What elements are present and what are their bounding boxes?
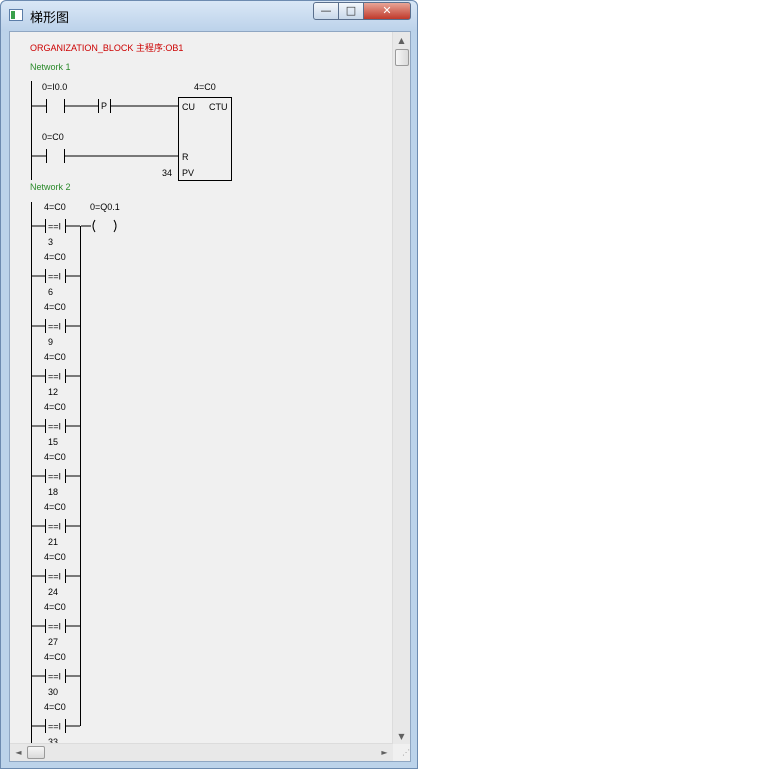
compare-value: 12 <box>48 387 58 397</box>
compare-value: 18 <box>48 487 58 497</box>
compare-operator: ==I <box>48 222 61 232</box>
counter-pin-cu: CU <box>182 102 195 112</box>
horizontal-scrollbar[interactable]: ◄ ► <box>10 743 393 761</box>
compare-operand-label: 4=C0 <box>44 502 66 512</box>
counter-pin-pv: PV <box>182 168 194 178</box>
compare-operator: ==I <box>48 522 61 532</box>
compare-value: 24 <box>48 587 58 597</box>
compare-operator: ==I <box>48 472 61 482</box>
network-2-label: Network 2 <box>30 182 71 192</box>
coil-q0-1-label: 0=Q0.1 <box>90 202 120 212</box>
coil-right-arc <box>113 219 117 233</box>
counter-type: CTU <box>209 102 228 112</box>
compare-value: 6 <box>48 287 53 297</box>
compare-value: 9 <box>48 337 53 347</box>
compare-operand-label: 4=C0 <box>44 402 66 412</box>
compare-operand-label: 4=C0 <box>44 302 66 312</box>
vertical-scroll-thumb[interactable] <box>395 49 409 66</box>
compare-value: 21 <box>48 537 58 547</box>
compare-operator: ==I <box>48 572 61 582</box>
compare-operator: ==I <box>48 422 61 432</box>
compare-operand-label: 4=C0 <box>44 602 66 612</box>
compare-operand-label: 4=C0 <box>44 452 66 462</box>
coil-left-arc <box>92 219 96 233</box>
compare-operator: ==I <box>48 372 61 382</box>
contact-c0-label: 0=C0 <box>42 132 64 142</box>
scroll-up-icon[interactable]: ▲ <box>393 32 410 49</box>
counter-pv-value: 34 <box>162 168 172 178</box>
compare-operator: ==I <box>48 322 61 332</box>
compare-operand-label: 4=C0 <box>44 702 66 712</box>
compare-operand-label: 4=C0 <box>44 652 66 662</box>
compare-operator: ==I <box>48 722 61 732</box>
counter-name: 4=C0 <box>194 82 216 92</box>
compare-operator: ==I <box>48 622 61 632</box>
compare-operand-label: 4=C0 <box>44 252 66 262</box>
pos-edge-label: P <box>101 101 107 111</box>
compare-operand-label: 4=C0 <box>44 552 66 562</box>
compare-operator: ==I <box>48 672 61 682</box>
compare-value: 27 <box>48 637 58 647</box>
scroll-left-icon[interactable]: ◄ <box>10 744 27 761</box>
vertical-scrollbar[interactable]: ▲ ▼ <box>392 32 410 745</box>
horizontal-scroll-thumb[interactable] <box>27 746 45 759</box>
scroll-down-icon[interactable]: ▼ <box>393 728 410 745</box>
ladder-diagram: ORGANIZATION_BLOCK 主程序:OB1 Network 1 0=I… <box>30 42 232 745</box>
ladder-window: 梯形图 — □ ✕ ORGANIZATION_BLOCK 主程序:OB1 Net… <box>0 0 418 769</box>
contact-i0-0-label: 0=I0.0 <box>42 82 67 92</box>
network-1-label: Network 1 <box>30 62 71 72</box>
compare-value: 3 <box>48 237 53 247</box>
app-icon <box>9 9 23 21</box>
minimize-button[interactable]: — <box>313 2 339 20</box>
compare-value: 15 <box>48 437 58 447</box>
ladder-canvas: ORGANIZATION_BLOCK 主程序:OB1 Network 1 0=I… <box>9 31 411 762</box>
close-button[interactable]: ✕ <box>363 2 411 20</box>
window-title: 梯形图 <box>30 11 70 26</box>
program-header: ORGANIZATION_BLOCK 主程序:OB1 <box>30 42 183 53</box>
resize-grip-icon[interactable]: ⋰ <box>393 744 410 761</box>
compare-operator: ==I <box>48 272 61 282</box>
compare-operand-label: 4=C0 <box>44 202 66 212</box>
counter-pin-r: R <box>182 152 189 162</box>
compare-operand-label: 4=C0 <box>44 352 66 362</box>
compare-value: 30 <box>48 687 58 697</box>
title-bar[interactable]: 梯形图 — □ ✕ <box>1 1 417 31</box>
scroll-right-icon[interactable]: ► <box>376 744 393 761</box>
maximize-button[interactable]: □ <box>338 2 364 20</box>
